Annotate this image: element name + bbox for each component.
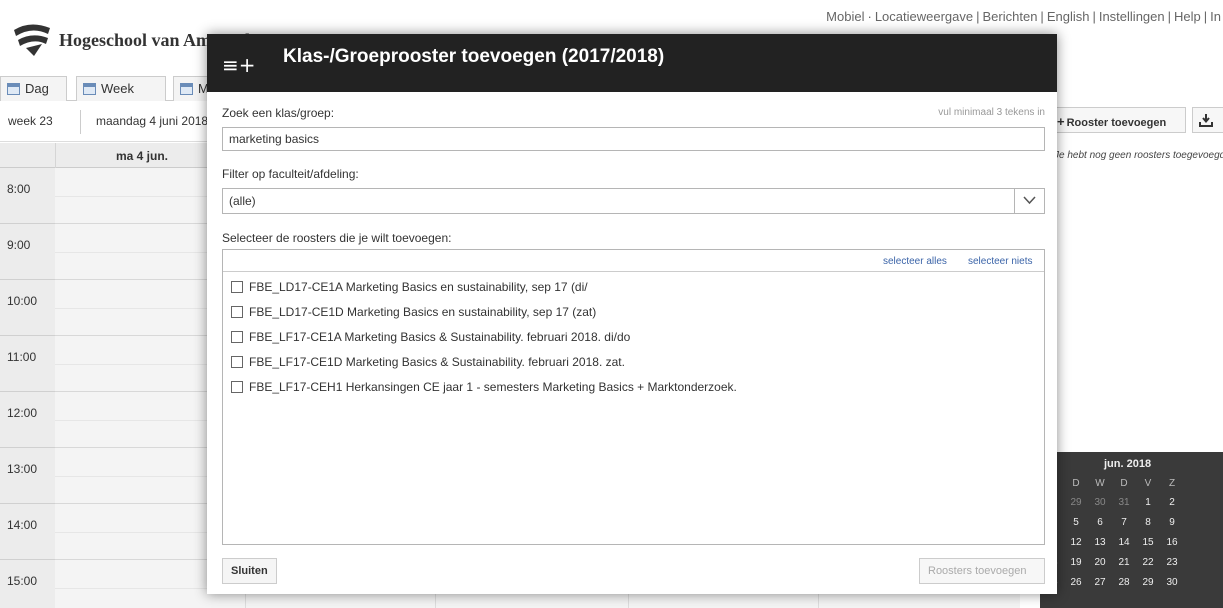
checkbox[interactable] xyxy=(231,281,243,293)
calendar-day[interactable]: 2 xyxy=(1160,492,1184,512)
close-button[interactable]: Sluiten xyxy=(222,558,277,584)
calendar-day[interactable]: 14 xyxy=(1112,532,1136,552)
date-label: maandag 4 juni 2018 xyxy=(96,114,209,128)
link-berichten[interactable]: Berichten xyxy=(983,9,1038,24)
calendar-icon xyxy=(180,83,193,95)
calendar-day[interactable]: 15 xyxy=(1136,532,1160,552)
add-schedule-button[interactable]: + Rooster toevoegen xyxy=(1050,107,1186,133)
download-icon xyxy=(1199,114,1213,127)
list-item[interactable]: FBE_LF17-CE1A Marketing Basics & Sustain… xyxy=(231,330,630,350)
calendar-day[interactable]: 23 xyxy=(1160,552,1184,572)
calendar-day[interactable]: 8 xyxy=(1136,512,1160,532)
link-locatieweergave[interactable]: Locatieweergave xyxy=(875,9,973,24)
add-list-icon: ≡+ xyxy=(222,53,256,77)
calendar-day[interactable]: 16 xyxy=(1160,532,1184,552)
calendar-day[interactable]: 6 xyxy=(1088,512,1112,532)
search-input[interactable] xyxy=(222,127,1045,151)
day-header-monday: ma 4 jun. xyxy=(116,149,169,163)
hour-label: 14:00 xyxy=(0,504,55,560)
calendar-icon xyxy=(83,83,96,95)
calendar-day[interactable]: 26 xyxy=(1064,572,1088,592)
calendar-day[interactable]: 21 xyxy=(1112,552,1136,572)
list-toolbar: selecteer alles selecteer niets xyxy=(223,250,1044,272)
select-all-link[interactable]: selecteer alles xyxy=(883,256,947,267)
mini-calendar: jun. 2018 MDWDVZ 2829303112 456789 11121… xyxy=(1040,452,1223,608)
calendar-day[interactable]: 29 xyxy=(1064,492,1088,512)
link-english[interactable]: English xyxy=(1047,9,1090,24)
plus-icon: + xyxy=(1057,114,1065,129)
calendar-day[interactable]: 27 xyxy=(1088,572,1112,592)
select-schedules-label: Selecteer de roosters die je wilt toevoe… xyxy=(222,231,452,245)
top-links: Mobiel · Locatieweergave | Berichten | English… xyxy=(826,9,1221,24)
dialog-title: Klas-/Groeprooster toevoegen (2017/2018) xyxy=(283,46,665,67)
hour-label: 13:00 xyxy=(0,448,55,504)
select-none-link[interactable]: selecteer niets xyxy=(968,256,1032,267)
link-more[interactable]: In xyxy=(1210,9,1221,24)
hour-label: 12:00 xyxy=(0,392,55,448)
tab-dag[interactable]: Dag xyxy=(0,76,67,101)
calendar-day[interactable]: 20 xyxy=(1088,552,1112,572)
search-label: Zoek een klas/groep: xyxy=(222,106,335,120)
checkbox[interactable] xyxy=(231,306,243,318)
hour-label: 9:00 xyxy=(0,224,55,280)
calendar-day[interactable]: 1 xyxy=(1136,492,1160,512)
calendar-day[interactable]: 31 xyxy=(1112,492,1136,512)
calendar-day[interactable]: 12 xyxy=(1064,532,1088,552)
calendar-day[interactable]: 30 xyxy=(1088,492,1112,512)
link-help[interactable]: Help xyxy=(1174,9,1201,24)
calendar-day[interactable]: 13 xyxy=(1088,532,1112,552)
calendar-day[interactable]: 30 xyxy=(1160,572,1184,592)
tab-week[interactable]: Week xyxy=(76,76,166,101)
view-tabs: Dag Week M xyxy=(0,76,240,101)
no-schedules-text: Je hebt nog geen roosters toegevoegd. xyxy=(1054,150,1223,161)
download-button[interactable] xyxy=(1192,107,1223,133)
mini-calendar-title: jun. 2018 xyxy=(1104,458,1152,470)
list-item[interactable]: FBE_LF17-CE1D Marketing Basics & Sustain… xyxy=(231,355,625,375)
hour-label: 11:00 xyxy=(0,336,55,392)
dialog-header: ≡+ Klas-/Groeprooster toevoegen (2017/20… xyxy=(207,34,1057,92)
calendar-day[interactable]: 9 xyxy=(1160,512,1184,532)
list-item[interactable]: FBE_LD17-CE1A Marketing Basics en sustai… xyxy=(231,280,588,300)
calendar-day[interactable]: 5 xyxy=(1064,512,1088,532)
filter-label: Filter op faculteit/afdeling: xyxy=(222,167,359,181)
list-item[interactable]: FBE_LF17-CEH1 Herkansingen CE jaar 1 - s… xyxy=(231,380,737,400)
link-instellingen[interactable]: Instellingen xyxy=(1099,9,1165,24)
add-schedules-button[interactable]: Roosters toevoegen xyxy=(919,558,1045,584)
hour-label: 15:00 xyxy=(0,560,55,608)
school-logo-icon xyxy=(14,24,50,56)
hour-label: 10:00 xyxy=(0,280,55,336)
schedule-results-list: selecteer alles selecteer niets FBE_LD17… xyxy=(222,249,1045,545)
calendar-day[interactable]: 19 xyxy=(1064,552,1088,572)
filter-selected-value: (alle) xyxy=(229,194,256,208)
checkbox[interactable] xyxy=(231,331,243,343)
hour-label: 8:00 xyxy=(0,168,55,224)
calendar-icon xyxy=(7,83,20,95)
search-hint: vul minimaal 3 tekens in xyxy=(938,107,1045,118)
checkbox[interactable] xyxy=(231,356,243,368)
mini-calendar-grid: MDWDVZ 2829303112 456789 111213141516 18… xyxy=(1040,474,1184,592)
checkbox[interactable] xyxy=(231,381,243,393)
calendar-day[interactable]: 28 xyxy=(1112,572,1136,592)
calendar-day[interactable]: 22 xyxy=(1136,552,1160,572)
faculty-filter-select[interactable]: (alle) xyxy=(222,188,1045,214)
calendar-day[interactable]: 7 xyxy=(1112,512,1136,532)
link-mobiel[interactable]: Mobiel xyxy=(826,9,864,24)
calendar-day[interactable]: 29 xyxy=(1136,572,1160,592)
chevron-down-icon[interactable] xyxy=(1014,189,1044,213)
add-schedule-dialog: ≡+ Klas-/Groeprooster toevoegen (2017/20… xyxy=(207,34,1057,594)
list-item[interactable]: FBE_LD17-CE1D Marketing Basics en sustai… xyxy=(231,305,596,325)
week-label: week 23 xyxy=(8,114,53,128)
